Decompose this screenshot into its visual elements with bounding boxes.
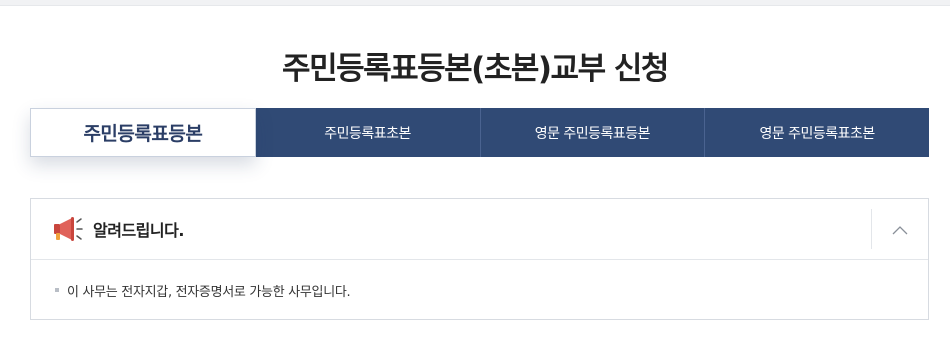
tab-english-resident-register-abstract[interactable]: 영문 주민등록표초본 xyxy=(704,108,929,157)
notice-header: 알려드립니다. xyxy=(31,199,928,260)
megaphone-icon xyxy=(51,214,85,244)
tab-english-resident-register-copy[interactable]: 영문 주민등록표등본 xyxy=(479,108,705,157)
bullet-icon xyxy=(55,288,59,292)
collapse-button[interactable] xyxy=(871,209,928,249)
notice-body: 이 사무는 전자지갑, 전자증명서로 가능한 사무입니다. xyxy=(31,260,928,320)
notice-item: 이 사무는 전자지갑, 전자증명서로 가능한 사무입니다. xyxy=(67,284,351,300)
chevron-up-icon xyxy=(892,220,908,239)
notice-panel: 알려드립니다. 이 사무는 전자지갑, 전자증명서로 가능한 사무입니다. xyxy=(30,198,929,320)
notice-title: 알려드립니다. xyxy=(93,221,184,240)
service-tabs: 주민등록표등본 주민등록표초본 영문 주민등록표등본 영문 주민등록표초본 xyxy=(30,108,929,157)
page-title: 주민등록표등본(초본)교부 신청 xyxy=(282,50,669,87)
tab-resident-register-abstract[interactable]: 주민등록표초본 xyxy=(255,108,480,157)
top-strip xyxy=(0,0,950,6)
tab-resident-register-copy[interactable]: 주민등록표등본 xyxy=(30,108,256,157)
